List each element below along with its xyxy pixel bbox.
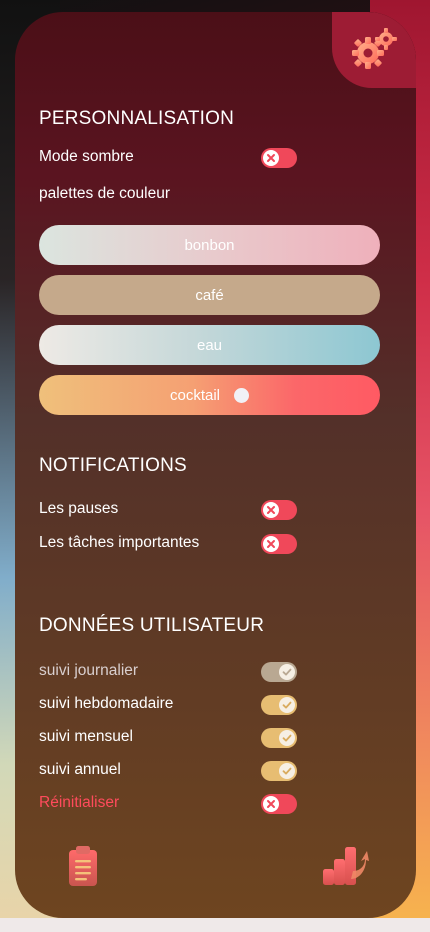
palette-eau-button[interactable]: eau bbox=[39, 325, 380, 365]
selected-indicator-icon bbox=[234, 387, 250, 403]
yearly-tracking-label: suivi annuel bbox=[39, 761, 121, 778]
notification-tasks-label: Les tâches importantes bbox=[39, 534, 200, 551]
notification-tasks-toggle[interactable] bbox=[261, 534, 297, 554]
toggle-off-icon bbox=[263, 796, 279, 812]
toggle-on-icon bbox=[279, 697, 295, 713]
toggle-off-icon bbox=[263, 150, 279, 166]
clipboard-icon bbox=[69, 846, 97, 886]
weekly-tracking-label: suivi hebdomadaire bbox=[39, 695, 174, 712]
palette-label: cocktail bbox=[169, 386, 221, 404]
section-title-notifications: NOTIFICATIONS bbox=[39, 455, 187, 476]
dark-mode-label: Mode sombre bbox=[39, 148, 134, 165]
reset-toggle[interactable] bbox=[261, 794, 297, 814]
background-bottom bbox=[0, 918, 430, 932]
yearly-tracking-toggle[interactable] bbox=[261, 761, 297, 781]
monthly-tracking-label: suivi mensuel bbox=[39, 728, 133, 745]
palette-cafe-button[interactable]: café bbox=[39, 275, 380, 315]
reset-label[interactable]: Réinitialiser bbox=[39, 794, 119, 812]
palette-bonbon-button[interactable]: bonbon bbox=[39, 225, 380, 265]
palette-label: eau bbox=[196, 336, 223, 354]
toggle-on-icon bbox=[279, 664, 295, 680]
monthly-tracking-toggle[interactable] bbox=[261, 728, 297, 748]
palette-label: bonbon bbox=[184, 236, 235, 254]
weekly-tracking-toggle[interactable] bbox=[261, 695, 297, 715]
stats-nav-button[interactable] bbox=[321, 845, 369, 892]
section-title-personalisation: PERSONNALISATION bbox=[39, 108, 234, 129]
toggle-on-icon bbox=[279, 763, 295, 779]
palette-label: café bbox=[195, 286, 224, 304]
toggle-on-icon bbox=[279, 730, 295, 746]
dark-mode-toggle[interactable] bbox=[261, 148, 297, 168]
daily-tracking-label: suivi journalier bbox=[39, 662, 139, 679]
tasks-nav-button[interactable] bbox=[67, 845, 99, 892]
toggle-off-icon bbox=[263, 536, 279, 552]
notification-pauses-label: Les pauses bbox=[39, 500, 119, 517]
settings-panel: PERSONNALISATION Mode sombre palettes de… bbox=[15, 12, 416, 918]
chart-icon bbox=[323, 847, 369, 885]
toggle-off-icon bbox=[263, 502, 279, 518]
notification-pauses-toggle[interactable] bbox=[261, 500, 297, 520]
palette-cocktail-button[interactable]: cocktail bbox=[39, 375, 380, 415]
gear-icon bbox=[352, 28, 397, 69]
palettes-label: palettes de couleur bbox=[39, 185, 170, 202]
section-title-user-data: DONNÉES UTILISATEUR bbox=[39, 615, 265, 636]
daily-tracking-toggle[interactable] bbox=[261, 662, 297, 682]
